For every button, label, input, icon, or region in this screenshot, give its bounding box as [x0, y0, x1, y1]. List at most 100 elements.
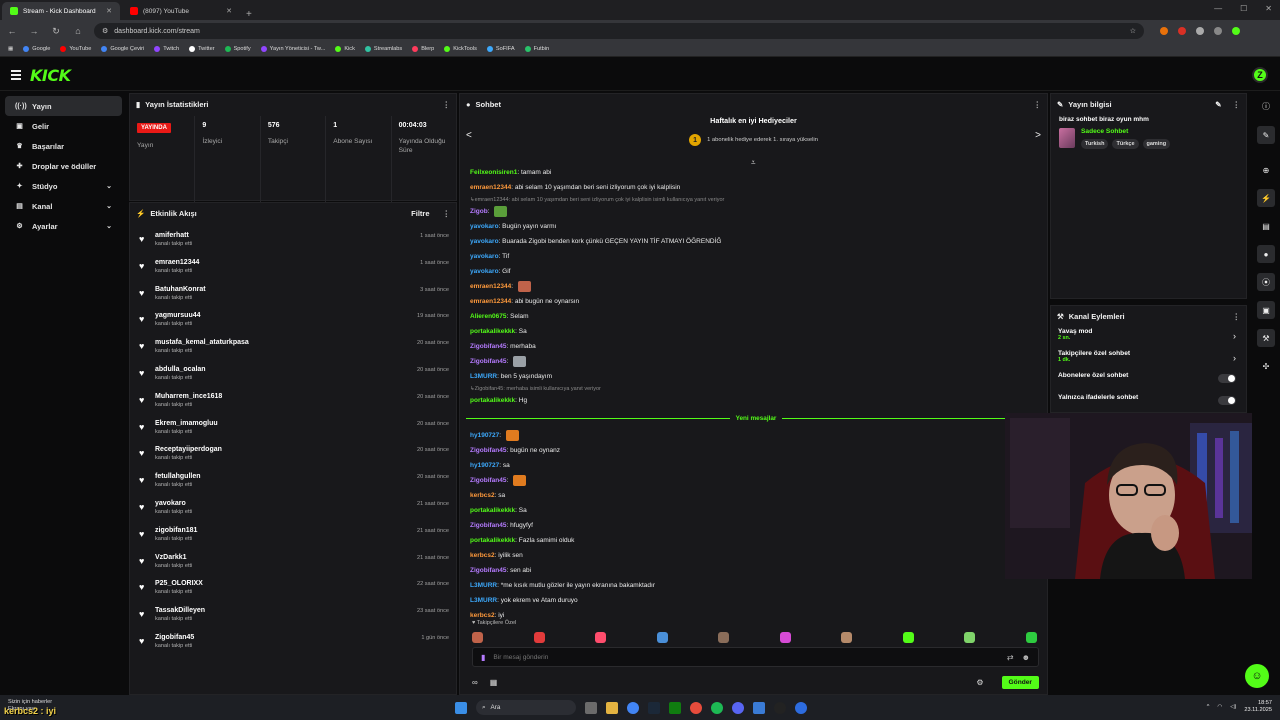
- task-view-icon[interactable]: [585, 701, 597, 714]
- translate-icon[interactable]: ⇄: [1007, 653, 1014, 662]
- bookmark-item[interactable]: YouTube: [60, 46, 91, 52]
- obs-icon[interactable]: [774, 701, 786, 714]
- chat-username[interactable]: emraen12344: [470, 184, 511, 191]
- follower-name[interactable]: yagmursuu44: [155, 307, 456, 319]
- steam-icon[interactable]: [648, 701, 660, 714]
- kick-logo[interactable]: KICK: [30, 66, 71, 85]
- filter-button[interactable]: Filtre: [411, 209, 429, 218]
- chat-username[interactable]: hy190727: [470, 462, 499, 469]
- file-explorer-icon[interactable]: [606, 701, 618, 714]
- bookmark-item[interactable]: Futbin: [524, 46, 549, 52]
- chat-username[interactable]: Zigobifan45: [470, 343, 506, 350]
- follower-name[interactable]: zigobifan181: [155, 522, 456, 534]
- broadcast-icon[interactable]: ⦿: [1257, 273, 1275, 291]
- more-options-icon[interactable]: ⋮: [1034, 100, 1042, 109]
- send-button[interactable]: Gönder: [1001, 675, 1039, 689]
- category-name[interactable]: Sadece Sohbet: [1081, 128, 1170, 135]
- bookmark-item[interactable]: Google Çeviri: [101, 46, 144, 52]
- taskbar-search[interactable]: ⌕ Ara: [476, 700, 576, 715]
- chat-settings-icon[interactable]: ⚙: [976, 678, 983, 687]
- chat-username[interactable]: portakalikekkk: [470, 328, 515, 335]
- chat-username[interactable]: Zigobifan45: [470, 477, 506, 484]
- chat-message-input[interactable]: [493, 653, 999, 661]
- sidebar-item-4[interactable]: ✦ Stüdyo ⌄: [5, 176, 122, 196]
- quick-emote[interactable]: [472, 632, 483, 643]
- bookmark-star-icon[interactable]: ☆: [1130, 27, 1136, 35]
- close-window-icon[interactable]: ✕: [1265, 4, 1272, 13]
- toggle-switch[interactable]: [1218, 396, 1236, 405]
- chat-username[interactable]: yavokaro: [470, 253, 499, 260]
- stream-tag[interactable]: Türkçe: [1112, 139, 1139, 149]
- wifi-icon[interactable]: ◠: [1217, 704, 1222, 710]
- sidebar-item-0[interactable]: ((·)) Yayın: [5, 96, 122, 116]
- follower-name[interactable]: P25_OLORIXX: [155, 575, 456, 587]
- sidebar-item-3[interactable]: ✚ Droplar ve ödüller: [5, 156, 122, 176]
- follower-name[interactable]: yavokaro: [155, 495, 456, 507]
- stream-tag[interactable]: gaming: [1142, 139, 1171, 149]
- back-icon[interactable]: ←: [6, 26, 18, 36]
- channel-action-row[interactable]: Yalnızca ifadelerle sohbet: [1051, 392, 1246, 414]
- channel-action-row[interactable]: Abonelere özel sohbet: [1051, 370, 1246, 392]
- chat-username[interactable]: Zigobifan45: [470, 522, 506, 529]
- bookmark-item[interactable]: SoFIFA: [486, 46, 515, 52]
- follower-name[interactable]: TassakDilleyen: [155, 602, 456, 614]
- chevron-down-icon[interactable]: ⌄: [106, 222, 112, 230]
- tray-chevron-icon[interactable]: ^: [1207, 704, 1210, 710]
- follower-name[interactable]: Ekrem_imamogluu: [155, 415, 456, 427]
- chat-username[interactable]: Zigob: [470, 208, 488, 215]
- chat-username[interactable]: Zigobifan45: [470, 358, 506, 365]
- quick-emote[interactable]: [964, 632, 976, 643]
- chat-username[interactable]: Feilxeonisiren1: [470, 169, 517, 176]
- follower-name[interactable]: amiferhatt: [155, 227, 456, 239]
- chat-username[interactable]: Zigobifan45: [470, 447, 506, 454]
- infinity-icon[interactable]: ∞: [472, 678, 478, 687]
- discord-icon[interactable]: [732, 701, 744, 714]
- chat-username[interactable]: portakalikekkk: [470, 507, 515, 514]
- chat-username[interactable]: kerbcs2: [470, 612, 495, 619]
- shield-icon[interactable]: [1196, 27, 1204, 35]
- channel-action-row[interactable]: Yavaş mod 2 sn. ›: [1051, 326, 1246, 348]
- follower-name[interactable]: BatuhanKonrat: [155, 281, 456, 293]
- chat-username[interactable]: yavokaro: [470, 223, 499, 230]
- chevron-right-icon[interactable]: ›: [1233, 353, 1236, 363]
- chat-username[interactable]: Alieren0675: [470, 313, 507, 320]
- clock[interactable]: 18:57 23.11.2025: [1244, 700, 1272, 714]
- profile-icon[interactable]: [1232, 27, 1240, 35]
- toggle-switch[interactable]: [1218, 374, 1236, 383]
- bookmark-item[interactable]: Streamlabs: [364, 46, 402, 52]
- stream-tag[interactable]: Turkish: [1081, 139, 1109, 149]
- chat-username[interactable]: kerbcs2: [470, 492, 495, 499]
- follower-name[interactable]: emraen12344: [155, 254, 456, 266]
- document-icon[interactable]: ▤: [1257, 217, 1275, 235]
- app-icon[interactable]: [690, 701, 702, 714]
- chrome-icon[interactable]: [627, 701, 639, 714]
- chat-username[interactable]: kerbcs2: [470, 552, 495, 559]
- more-options-icon[interactable]: ⋮: [443, 209, 451, 218]
- tools-icon[interactable]: ⚒: [1257, 329, 1275, 347]
- app-icon[interactable]: [795, 701, 807, 714]
- puzzle-icon[interactable]: [1214, 27, 1222, 35]
- apps-icon[interactable]: ✣: [1257, 357, 1275, 375]
- bookmark-item[interactable]: Twitch: [154, 46, 179, 52]
- bookmark-item[interactable]: Yayın Yöneticisi - Tw...: [260, 46, 325, 52]
- bookmark-item[interactable]: Google: [23, 46, 50, 52]
- windows-start-icon[interactable]: [455, 701, 467, 714]
- sidebar-item-1[interactable]: ▣ Gelir: [5, 116, 122, 136]
- bookmark-item[interactable]: Kick: [335, 46, 355, 52]
- channel-action-row[interactable]: Takipçilere özel sohbet 1 dk. ›: [1051, 348, 1246, 370]
- follower-name[interactable]: Receptayiiperdogan: [155, 441, 456, 453]
- quick-emote[interactable]: [718, 632, 730, 643]
- new-tab-icon[interactable]: +: [240, 9, 258, 20]
- chat-username[interactable]: emraen12344: [470, 283, 511, 290]
- browser-tab-youtube[interactable]: (8097) YouTube ✕: [122, 2, 240, 20]
- more-options-icon[interactable]: ⋮: [443, 100, 451, 109]
- apps-icon[interactable]: ▦: [8, 46, 13, 52]
- chat-username[interactable]: emraen12344: [470, 298, 511, 305]
- info-icon[interactable]: ⓘ: [1257, 97, 1275, 115]
- previous-arrow-icon[interactable]: <: [466, 130, 472, 141]
- minimize-icon[interactable]: —: [1214, 4, 1222, 13]
- emoji-icon[interactable]: ☻: [1022, 653, 1030, 662]
- chat-username[interactable]: portakalikekkk: [470, 537, 515, 544]
- follower-name[interactable]: mustafa_kemal_ataturkpasa: [155, 334, 456, 346]
- quick-emote[interactable]: [841, 632, 853, 643]
